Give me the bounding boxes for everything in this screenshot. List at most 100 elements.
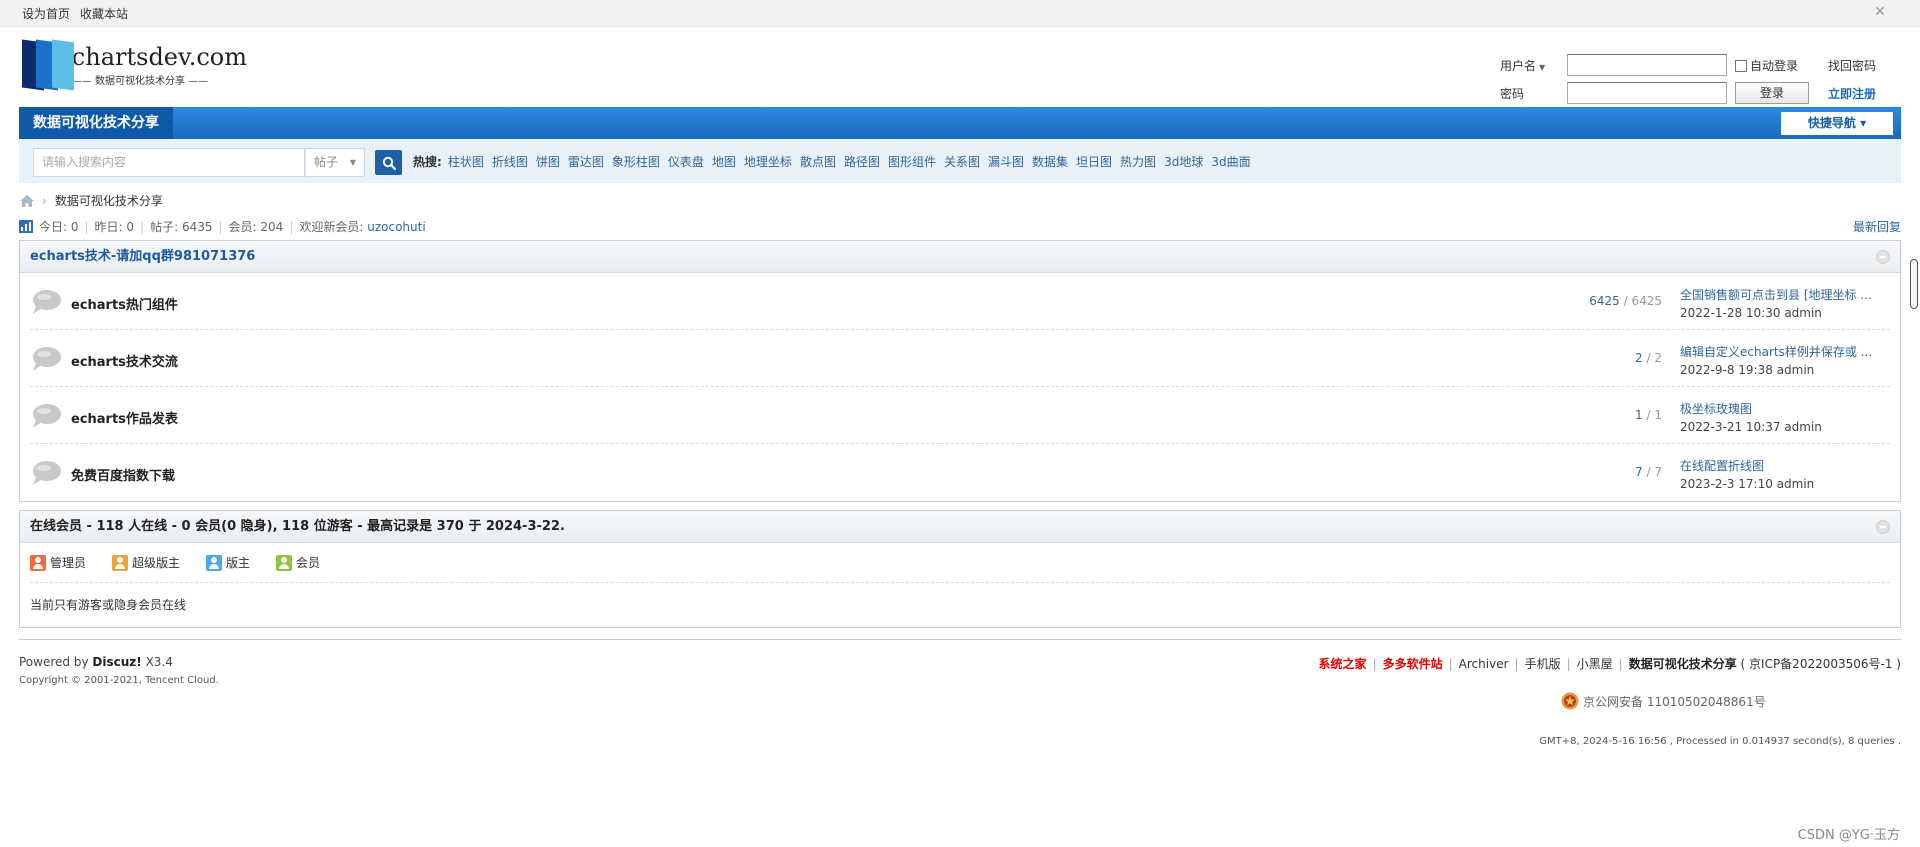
forum-category-box: echarts技术-请加qq群981071376 echarts热门组件 6425…	[19, 240, 1901, 502]
footer-link-duoduo[interactable]: 多多软件站	[1383, 655, 1443, 672]
hot-search-link[interactable]: 3d地球	[1164, 153, 1203, 170]
nav-tab-home[interactable]: 数据可视化技术分享	[19, 107, 173, 139]
last-post-meta: 2023-2-3 17:10 admin	[1680, 477, 1815, 491]
process-info: GMT+8, 2024-5-16 16:56 , Processed in 0.…	[1539, 736, 1901, 747]
find-password-link[interactable]: 找回密码	[1828, 57, 1876, 74]
hot-search-link[interactable]: 饼图	[536, 153, 560, 170]
register-link[interactable]: 立即注册	[1828, 85, 1876, 102]
logo-brand: chartsdev.com	[71, 43, 247, 71]
forum-category-header[interactable]: echarts技术-请加qq群981071376	[20, 241, 1900, 273]
speech-bubble-icon[interactable]	[30, 346, 62, 372]
forum-row: 免费百度指数下载 7 / 7 在线配置折线图 2023-2-3 17:10 admin	[30, 444, 1890, 501]
hot-search-link[interactable]: 象形柱图	[612, 153, 660, 170]
footer-link-mobile[interactable]: 手机版	[1525, 655, 1561, 672]
breadcrumb: › 数据可视化技术分享	[20, 192, 163, 209]
set-home-link[interactable]: 设为首页	[22, 5, 70, 22]
login-button[interactable]: 登录	[1735, 82, 1809, 104]
search-bar: 请输入搜索内容 帖子 ▼ 热搜: 柱状图 折线图 饼图 雷达图 象形柱图 仪表盘 地图 地理坐标…	[19, 139, 1901, 183]
hot-search-link[interactable]: 关系图	[944, 153, 980, 170]
last-post: 编辑自定义echarts样例并保存或 ... 2022-9-8 19:38 adm…	[1680, 343, 1890, 377]
search-input[interactable]: 请输入搜索内容	[33, 148, 305, 177]
post-count: 1	[1654, 408, 1662, 422]
last-post-title-link[interactable]: 编辑自定义echarts样例并保存或 ...	[1680, 343, 1880, 360]
last-post-meta: 2022-9-8 19:38 admin	[1680, 363, 1815, 377]
speech-bubble-icon[interactable]	[30, 403, 62, 429]
site-logo[interactable]: chartsdev.com —— 数据可视化技术分享 ——	[22, 37, 247, 93]
hot-search-link[interactable]: 坦日图	[1076, 153, 1112, 170]
last-post: 全国销售额可点击到县 [地理坐标 ... 2022-1-28 10:30 admi…	[1680, 286, 1890, 320]
forum-row: echarts热门组件 6425 / 6425 全国销售额可点击到县 [地理坐标 .…	[30, 273, 1890, 330]
top-bar: 设为首页 收藏本站 ✕	[0, 0, 1920, 27]
password-input[interactable]	[1567, 82, 1727, 104]
breadcrumb-current[interactable]: 数据可视化技术分享	[55, 192, 163, 209]
speech-bubble-icon[interactable]	[30, 460, 62, 486]
footer-link-blackroom[interactable]: 小黑屋	[1577, 655, 1613, 672]
last-post: 在线配置折线图 2023-2-3 17:10 admin	[1680, 457, 1890, 491]
quick-nav-button[interactable]: 快捷导航 ▾	[1781, 112, 1893, 135]
hot-search-link[interactable]: 路径图	[844, 153, 880, 170]
discuz-link[interactable]: Discuz!	[92, 655, 141, 669]
hot-search-link[interactable]: 热力图	[1120, 153, 1156, 170]
last-post-title-link[interactable]: 极坐标玫瑰图	[1680, 400, 1880, 417]
last-post-meta: 2022-1-28 10:30 admin	[1680, 306, 1822, 320]
chevron-down-icon: ▼	[1539, 63, 1546, 72]
legend-item: 版主	[206, 554, 250, 571]
powered-by: Powered by Discuz! X3.4	[19, 655, 173, 669]
footer-link-archiver[interactable]: Archiver	[1459, 657, 1509, 671]
hot-search-link[interactable]: 数据集	[1032, 153, 1068, 170]
latest-reply-link[interactable]: 最新回复	[1853, 218, 1901, 235]
forum-name-link[interactable]: 免费百度指数下载	[71, 465, 175, 484]
bookmark-link[interactable]: 收藏本站	[80, 5, 128, 22]
search-button[interactable]	[375, 150, 402, 175]
hot-search-link[interactable]: 3d曲面	[1211, 153, 1250, 170]
hot-search-link[interactable]: 仪表盘	[668, 153, 704, 170]
user-role-icon	[276, 554, 293, 571]
hot-search-link[interactable]: 散点图	[800, 153, 836, 170]
hot-search-label: 热搜:	[413, 154, 442, 169]
bar-chart-icon	[19, 220, 33, 233]
search-type-select[interactable]: 帖子 ▼	[305, 148, 365, 177]
hot-search-link[interactable]: 地理坐标	[744, 153, 792, 170]
footer-link-syshome[interactable]: 系统之家	[1319, 655, 1367, 672]
stat-posts: 帖子: 6435	[150, 220, 213, 234]
post-count: 2	[1654, 351, 1662, 365]
forum-counts: 2 / 2	[1635, 351, 1662, 365]
last-post-title-link[interactable]: 全国销售额可点击到县 [地理坐标 ...	[1680, 286, 1880, 303]
police-beian[interactable]: 京公网安备 11010502048861号	[1561, 692, 1766, 710]
forum-name-link[interactable]: echarts热门组件	[71, 294, 178, 313]
close-icon[interactable]: ✕	[1872, 4, 1888, 20]
chevron-down-icon: ▼	[349, 158, 356, 167]
new-member-link[interactable]: uzocohuti	[367, 220, 425, 234]
speech-bubble-icon[interactable]	[30, 289, 62, 315]
footer-icp[interactable]: ( 京ICP备2022003506号-1 )	[1741, 655, 1901, 672]
last-post: 极坐标玫瑰图 2022-3-21 10:37 admin	[1680, 400, 1890, 434]
hot-search-link[interactable]: 折线图	[492, 153, 528, 170]
last-post-title-link[interactable]: 在线配置折线图	[1680, 457, 1880, 474]
thread-count: 6425	[1589, 294, 1620, 308]
forum-row: echarts作品发表 1 / 1 极坐标玫瑰图 2022-3-21 10:37 ad…	[30, 387, 1890, 444]
page-scrollbar[interactable]	[1908, 27, 1920, 847]
forum-counts: 7 / 7	[1635, 465, 1662, 479]
search-icon	[382, 156, 396, 170]
collapse-icon[interactable]	[1876, 520, 1890, 534]
username-type-select[interactable]: 用户名 ▼	[1500, 57, 1545, 74]
forum-name-link[interactable]: echarts技术交流	[71, 351, 178, 370]
footer-site-name[interactable]: 数据可视化技术分享	[1629, 655, 1737, 672]
legend-item: 会员	[276, 554, 320, 571]
password-label: 密码	[1500, 87, 1525, 101]
hot-search-link[interactable]: 图形组件	[888, 153, 936, 170]
online-members-header[interactable]: 在线会员 - 118 人在线 - 0 会员(0 隐身), 118 位游客 - 最…	[20, 511, 1900, 543]
hot-search-link[interactable]: 柱状图	[448, 153, 484, 170]
auto-login-checkbox[interactable]: 自动登录	[1735, 57, 1798, 74]
home-icon[interactable]	[20, 194, 34, 207]
hot-search-link[interactable]: 漏斗图	[988, 153, 1024, 170]
hot-search-link[interactable]: 地图	[712, 153, 736, 170]
footer-divider	[19, 639, 1901, 640]
police-emblem-icon	[1561, 692, 1579, 710]
login-form: 用户名 ▼ 自动登录 找回密码 密码 登录 立即注册	[1500, 49, 1900, 105]
collapse-icon[interactable]	[1876, 250, 1890, 264]
forum-name-link[interactable]: echarts作品发表	[71, 408, 178, 427]
scrollbar-thumb[interactable]	[1910, 259, 1918, 309]
username-input[interactable]	[1567, 54, 1727, 76]
hot-search-link[interactable]: 雷达图	[568, 153, 604, 170]
